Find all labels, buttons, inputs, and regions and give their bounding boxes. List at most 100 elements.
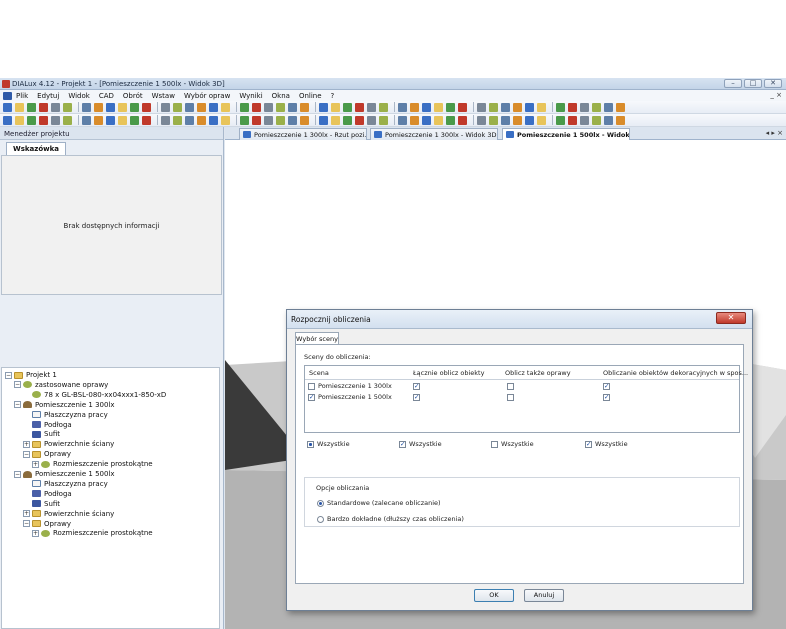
cad-tool-icon[interactable] [221, 115, 230, 125]
cad-tool-icon[interactable] [477, 115, 486, 125]
tree-item[interactable]: Sufit [23, 429, 60, 439]
cad-tool-icon[interactable] [276, 115, 285, 125]
standard-tool-icon[interactable] [3, 102, 12, 112]
standard-tool-icon[interactable] [173, 102, 182, 112]
standard-tool-icon[interactable] [276, 102, 285, 112]
cad-tool-icon[interactable] [422, 115, 431, 125]
all-decorative-checkbox[interactable]: ✓ [585, 441, 592, 448]
scene-300-decorative-checkbox[interactable]: ✓ [603, 383, 610, 390]
cad-tool-icon[interactable] [580, 115, 589, 125]
tab-hint[interactable]: Wskazówka [6, 142, 66, 155]
standard-tool-icon[interactable] [15, 102, 24, 112]
cad-tool-icon[interactable] [379, 115, 388, 125]
ok-button[interactable]: OK [474, 589, 514, 602]
expand-icon[interactable]: + [32, 529, 39, 537]
standard-tool-icon[interactable] [130, 102, 139, 112]
cad-tool-icon[interactable] [197, 115, 206, 125]
cad-tool-icon[interactable] [568, 115, 577, 125]
standard-tool-icon[interactable] [39, 102, 48, 112]
standard-tool-icon[interactable] [288, 102, 297, 112]
standard-tool-icon[interactable] [185, 102, 194, 112]
standard-tool-icon[interactable] [118, 102, 127, 112]
expand-icon[interactable]: + [32, 460, 39, 468]
collapse-icon[interactable]: − [5, 371, 12, 379]
expand-icon[interactable]: + [23, 510, 30, 518]
cad-tool-icon[interactable] [331, 115, 340, 125]
expand-icon[interactable]: + [23, 440, 30, 448]
cad-tool-icon[interactable] [252, 115, 261, 125]
menu-online[interactable]: Online [299, 92, 322, 100]
mdi-controls[interactable]: _ × [770, 91, 782, 99]
cad-tool-icon[interactable] [288, 115, 297, 125]
all-scenes-checkbox[interactable] [307, 441, 314, 448]
tree-item[interactable]: Płaszczyzna pracy [23, 410, 108, 420]
cad-tool-icon[interactable] [264, 115, 273, 125]
cad-tool-icon[interactable] [319, 115, 328, 125]
cad-tool-icon[interactable] [63, 115, 72, 125]
tree-item[interactable]: − Projekt 1 [5, 370, 57, 380]
tree-item[interactable]: + Powierzchnie ściany [23, 509, 114, 519]
standard-tool-icon[interactable] [142, 102, 151, 112]
cad-tool-icon[interactable] [343, 115, 352, 125]
standard-tool-icon[interactable] [252, 102, 261, 112]
standard-tool-icon[interactable] [379, 102, 388, 112]
all-luminaires-checkbox[interactable] [491, 441, 498, 448]
standard-tool-icon[interactable] [209, 102, 218, 112]
tab-scene-selection[interactable]: Wybór sceny [295, 332, 339, 344]
tab-navigation[interactable]: ◂ ▸ × [766, 129, 783, 137]
cad-tool-icon[interactable] [410, 115, 419, 125]
tree-item[interactable]: + Powierzchnie ściany [23, 439, 114, 449]
cad-tool-icon[interactable] [398, 115, 407, 125]
tree-item[interactable]: Podłoga [23, 420, 72, 430]
standard-tool-icon[interactable] [580, 102, 589, 112]
standard-tool-icon[interactable] [82, 102, 91, 112]
collapse-icon[interactable]: − [23, 450, 30, 458]
cad-tool-icon[interactable] [604, 115, 613, 125]
cad-tool-icon[interactable] [39, 115, 48, 125]
menu-obrot[interactable]: Obrót [123, 92, 143, 100]
collapse-icon[interactable]: − [14, 401, 21, 409]
standard-tool-icon[interactable] [300, 102, 309, 112]
standard-tool-icon[interactable] [513, 102, 522, 112]
standard-tool-icon[interactable] [556, 102, 565, 112]
cad-tool-icon[interactable] [27, 115, 36, 125]
collapse-icon[interactable]: − [14, 470, 21, 478]
minimize-button[interactable]: – [724, 79, 742, 88]
standard-tool-icon[interactable] [106, 102, 115, 112]
cad-tool-icon[interactable] [458, 115, 467, 125]
standard-tool-icon[interactable] [616, 102, 625, 112]
cad-tool-icon[interactable] [51, 115, 60, 125]
standard-tool-icon[interactable] [161, 102, 170, 112]
cancel-button[interactable]: Anuluj [524, 589, 564, 602]
menu-wstaw[interactable]: Wstaw [152, 92, 175, 100]
cad-tool-icon[interactable] [300, 115, 309, 125]
standard-tool-icon[interactable] [343, 102, 352, 112]
menu-wybor-opraw[interactable]: Wybór opraw [184, 92, 230, 100]
cad-tool-icon[interactable] [446, 115, 455, 125]
cad-tool-icon[interactable] [501, 115, 510, 125]
tree-item[interactable]: Płaszczyzna pracy [23, 479, 108, 489]
standard-tool-icon[interactable] [355, 102, 364, 112]
cad-tool-icon[interactable] [173, 115, 182, 125]
scene-300-checkbox[interactable] [308, 383, 315, 390]
tree-item[interactable]: − Pomieszczenie 1 500lx [14, 469, 115, 479]
cad-tool-icon[interactable] [240, 115, 249, 125]
cad-tool-icon[interactable] [209, 115, 218, 125]
standard-tool-icon[interactable] [197, 102, 206, 112]
standard-tool-icon[interactable] [63, 102, 72, 112]
scene-500-decorative-checkbox[interactable]: ✓ [603, 394, 610, 401]
cad-tool-icon[interactable] [130, 115, 139, 125]
standard-tool-icon[interactable] [27, 102, 36, 112]
standard-tool-icon[interactable] [51, 102, 60, 112]
cad-tool-icon[interactable] [556, 115, 565, 125]
cad-tool-icon[interactable] [355, 115, 364, 125]
standard-tool-icon[interactable] [568, 102, 577, 112]
tree-item[interactable]: + Rozmieszczenie prostokątne [32, 528, 153, 538]
tree-item[interactable]: + Rozmieszczenie prostokątne [32, 459, 153, 469]
standard-tool-icon[interactable] [398, 102, 407, 112]
tree-item[interactable]: − Pomieszczenie 1 300lx [14, 400, 115, 410]
tab-3d-view-300[interactable]: Pomieszczenie 1 300lx - Widok 3D [370, 128, 498, 140]
menu-edytuj[interactable]: Edytuj [37, 92, 59, 100]
all-objects-checkbox[interactable]: ✓ [399, 441, 406, 448]
scene-300-objects-checkbox[interactable]: ✓ [413, 383, 420, 390]
